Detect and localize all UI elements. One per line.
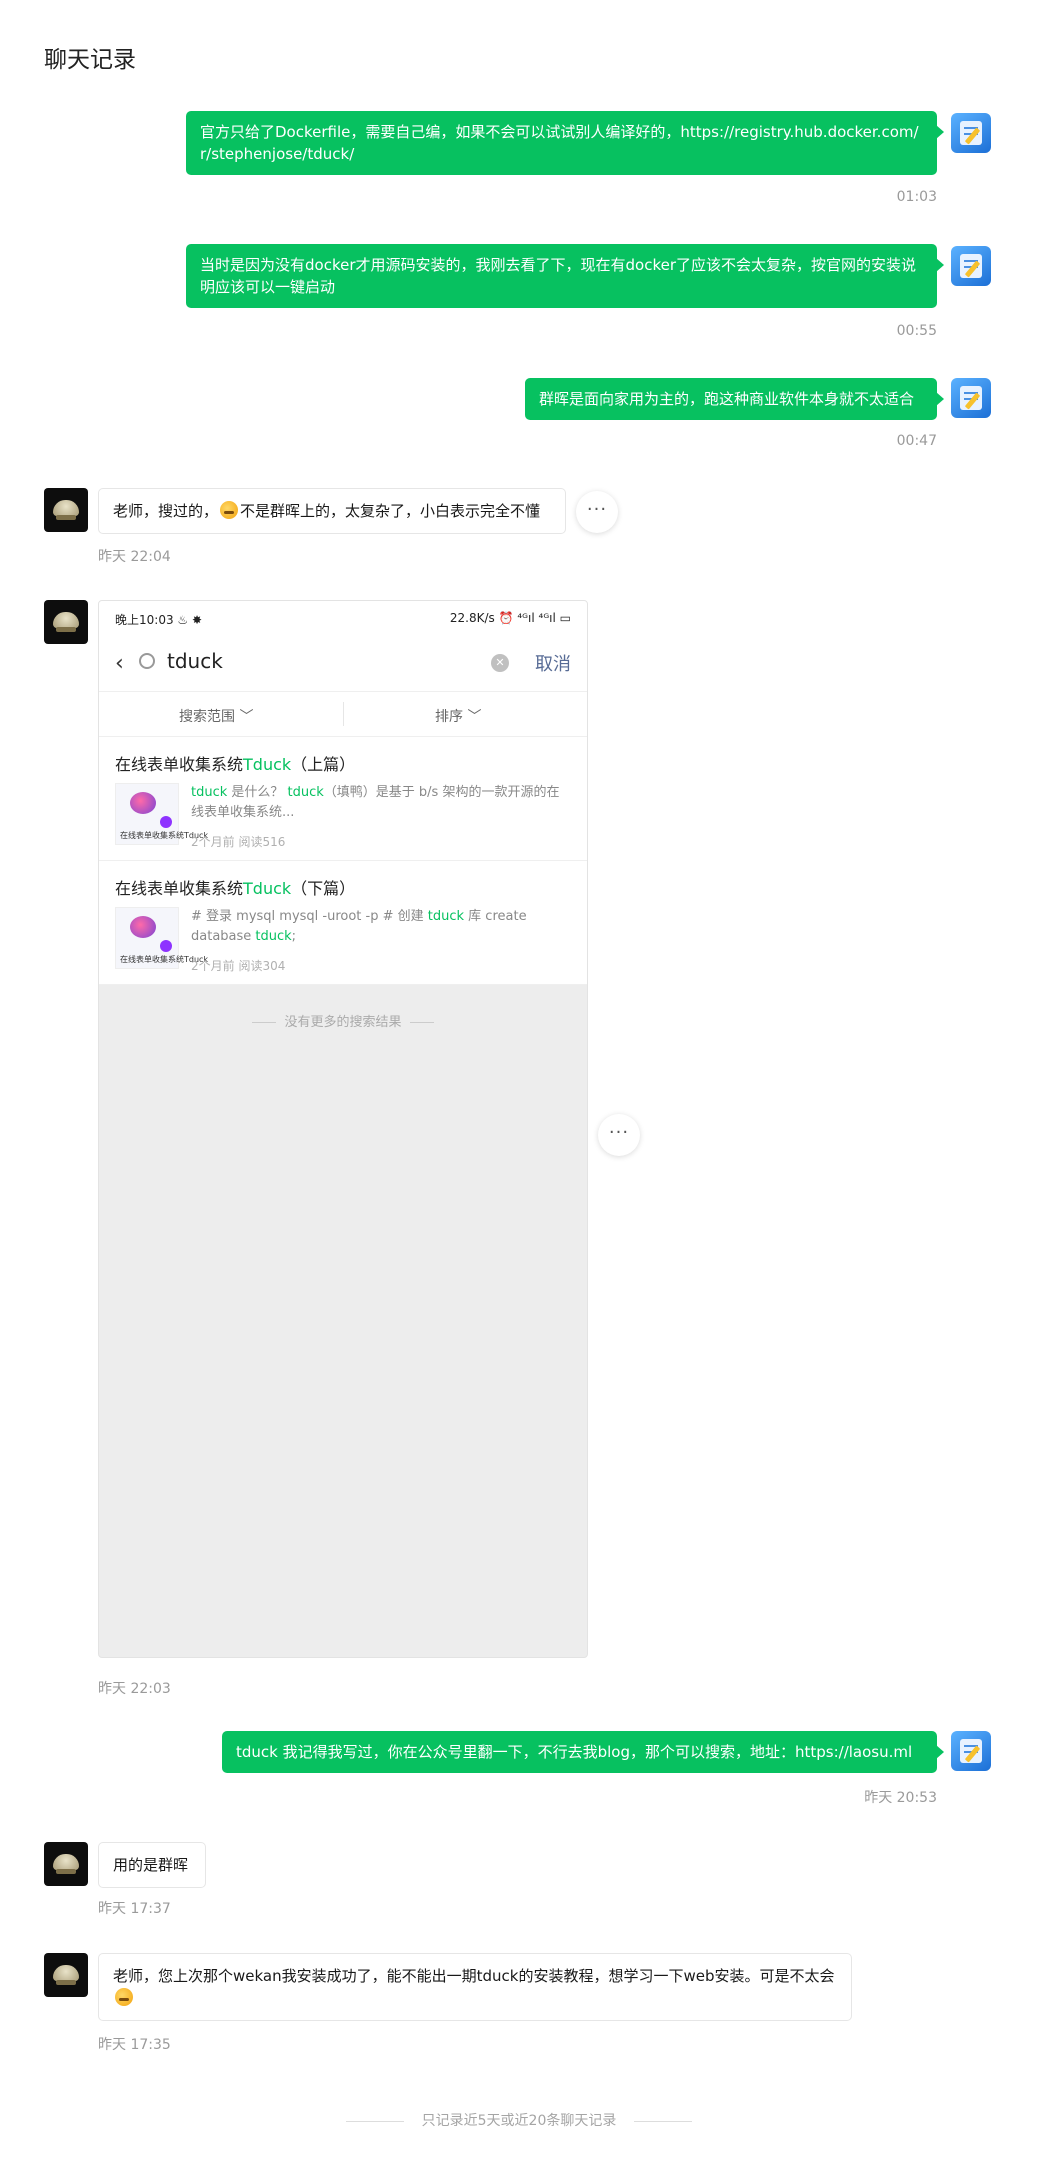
avatar-self[interactable] bbox=[951, 378, 991, 418]
message-bubble-outgoing[interactable]: 群晖是面向家用为主的，跑这种商业软件本身就不太适合 bbox=[525, 378, 944, 420]
no-more-results: 没有更多的搜索结果 bbox=[99, 1011, 587, 1030]
message-text: 群晖是面向家用为主的，跑这种商业软件本身就不太适合 bbox=[539, 390, 915, 408]
message-timestamp: 昨天 17:35 bbox=[98, 2037, 171, 2053]
result-meta: 2个月前 阅读516 bbox=[191, 835, 286, 849]
message-timestamp: 00:47 bbox=[896, 433, 937, 449]
result-title: 在线表单收集系统Tduck（下篇） bbox=[115, 879, 356, 898]
history-limit-notice: 只记录近5天或近20条聊天记录 bbox=[0, 2110, 1038, 2130]
shared-screenshot-image[interactable]: 晚上10:03 ♨ ✸ 22.8K/s ⏰ ⁴ᴳıl ⁴ᴳıl ▭ ‹ tduc… bbox=[98, 600, 588, 1658]
message-text: tduck 我记得我写过，你在公众号里翻一下，不行去我blog，那个可以搜索，地… bbox=[236, 1743, 913, 1761]
message-timestamp: 昨天 17:37 bbox=[98, 1901, 171, 1917]
sweat-smile-emoji-icon bbox=[220, 501, 239, 519]
result-title: 在线表单收集系统Tduck（上篇） bbox=[115, 755, 356, 774]
message-text: 老师，您上次那个wekan我安装成功了，能不能出一期tduck的安装教程，想学习… bbox=[113, 1967, 835, 1985]
filter-sort: 排序 ﹀ bbox=[435, 709, 482, 725]
search-icon bbox=[139, 653, 155, 669]
footer-text: 只记录近5天或近20条聊天记录 bbox=[421, 2113, 617, 2129]
message-bubble-incoming[interactable]: 用的是群晖 bbox=[98, 1842, 206, 1888]
search-bar: ‹ tduck ✕ 取消 bbox=[99, 635, 587, 691]
filter-bar: 搜索范围 ﹀ 排序 ﹀ bbox=[99, 691, 587, 737]
message-text-part: 不是群晖上的，太复杂了，小白表示完全不懂 bbox=[240, 502, 541, 520]
result-description: tduck 是什么？ tduck（填鸭）是基于 b/s 架构的一款开源的在线表单… bbox=[191, 785, 560, 820]
avatar-contact[interactable] bbox=[44, 1953, 88, 1997]
result-thumbnail: 在线表单收集系统Tduck bbox=[115, 907, 208, 969]
message-text: 当时是因为没有docker才用源码安装的，我刚去看了下，现在有docker了应该… bbox=[200, 256, 916, 296]
avatar-self[interactable] bbox=[951, 1731, 991, 1771]
avatar-self[interactable] bbox=[951, 246, 991, 286]
message-text: 用的是群晖 bbox=[113, 1856, 189, 1874]
clear-icon: ✕ bbox=[491, 654, 509, 672]
filter-scope: 搜索范围 ﹀ bbox=[179, 709, 254, 725]
status-time: 晚上10:03 ♨ ✸ bbox=[115, 613, 203, 627]
message-bubble-incoming[interactable]: 老师，搜过的， 不是群晖上的，太复杂了，小白表示完全不懂 bbox=[98, 488, 566, 534]
more-options-button[interactable]: ··· bbox=[576, 491, 618, 533]
message-bubble-incoming[interactable]: 老师，您上次那个wekan我安装成功了，能不能出一期tduck的安装教程，想学习… bbox=[98, 1953, 852, 2021]
avatar-contact[interactable] bbox=[44, 600, 88, 644]
message-timestamp: 昨天 22:03 bbox=[98, 1681, 171, 1697]
message-text-part: 老师，搜过的， bbox=[113, 502, 219, 520]
search-query: tduck bbox=[167, 649, 223, 673]
message-timestamp: 昨天 20:53 bbox=[864, 1790, 937, 1806]
cancel-label: 取消 bbox=[535, 654, 571, 675]
message-bubble-outgoing[interactable]: 官方只给了Dockerfile，需要自己编，如果不会可以试试别人编译好的，htt… bbox=[186, 111, 944, 175]
status-indicators: 22.8K/s ⏰ ⁴ᴳıl ⁴ᴳıl ▭ bbox=[449, 611, 571, 625]
message-timestamp: 00:55 bbox=[896, 323, 937, 339]
avatar-contact[interactable] bbox=[44, 488, 88, 532]
search-result: 在线表单收集系统Tduck（下篇） 在线表单收集系统Tduck # 登录 mys… bbox=[99, 861, 587, 985]
avatar-self[interactable] bbox=[951, 113, 991, 153]
message-bubble-outgoing[interactable]: tduck 我记得我写过，你在公众号里翻一下，不行去我blog，那个可以搜索，地… bbox=[222, 1731, 944, 1773]
phone-status-bar: 晚上10:03 ♨ ✸ 22.8K/s ⏰ ⁴ᴳıl ⁴ᴳıl ▭ bbox=[99, 601, 587, 635]
avatar-contact[interactable] bbox=[44, 1842, 88, 1886]
message-text: 官方只给了Dockerfile，需要自己编，如果不会可以试试别人编译好的，htt… bbox=[200, 123, 919, 163]
result-thumbnail: 在线表单收集系统Tduck bbox=[115, 783, 208, 845]
more-options-button[interactable]: ··· bbox=[598, 1114, 640, 1156]
message-bubble-outgoing[interactable]: 当时是因为没有docker才用源码安装的，我刚去看了下，现在有docker了应该… bbox=[186, 244, 944, 308]
message-timestamp: 01:03 bbox=[896, 189, 937, 205]
message-timestamp: 昨天 22:04 bbox=[98, 549, 171, 565]
search-result: 在线表单收集系统Tduck（上篇） 在线表单收集系统Tduck tduck 是什… bbox=[99, 737, 587, 861]
back-icon: ‹ bbox=[115, 651, 124, 676]
result-meta: 2个月前 阅读304 bbox=[191, 959, 286, 973]
sweat-smile-emoji-icon bbox=[115, 1988, 133, 2006]
page-title: 聊天记录 bbox=[44, 47, 136, 73]
result-description: # 登录 mysql mysql -uroot -p # 创建 tduck 库 … bbox=[191, 909, 527, 944]
